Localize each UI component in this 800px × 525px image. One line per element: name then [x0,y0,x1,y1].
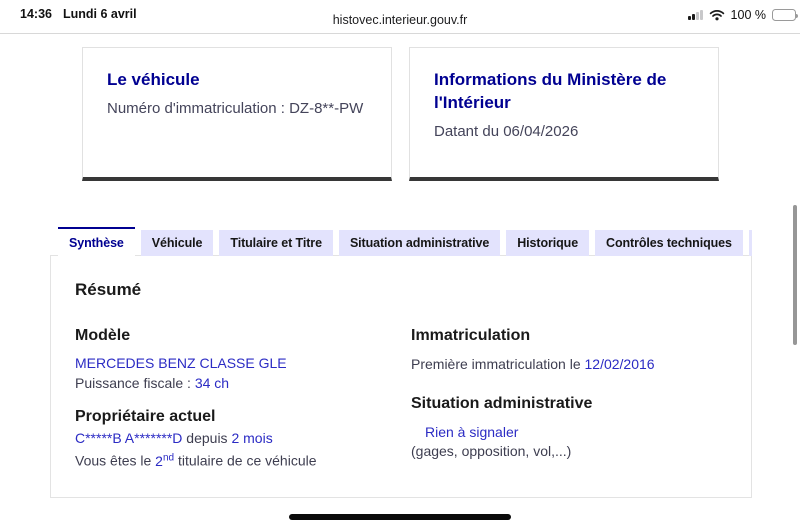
first-registration-line: Première immatriculation le 12/02/2016 [411,355,727,374]
vehicle-card-plate: Numéro d'immatriculation : DZ-8**-PW [107,100,364,117]
vertical-scrollbar[interactable] [793,205,797,345]
fiscal-power-line: Puissance fiscale : 34 ch [75,374,411,393]
holder-rank-line: Vous êtes le 2nd titulaire de ce véhicul… [75,448,411,471]
info-cards: Le véhicule Numéro d'immatriculation : D… [82,47,719,181]
tab-situation-administrative[interactable]: Situation administrative [338,230,501,256]
status-bar: 14:36 Lundi 6 avril histovec.interieur.g… [0,0,800,34]
battery-icon [772,9,798,21]
ministry-card: Informations du Ministère de l'Intérieur… [409,47,719,181]
ministry-card-title: Informations du Ministère de l'Intérieur [434,70,667,112]
vehicle-card-title: Le véhicule [107,70,200,89]
holder-prefix: Vous êtes le [75,452,156,469]
ministry-card-date: Datant du 06/04/2026 [434,123,579,140]
model-name: MERCEDES BENZ CLASSE GLE [75,355,287,371]
situation-status: Rien à signaler [425,424,519,440]
situation-heading: Situation administrative [411,395,593,412]
wifi-icon [709,10,724,21]
tab-titulaire-et-titre[interactable]: Titulaire et Titre [219,230,333,256]
holder-rank: 2nd [155,452,175,469]
situation-note: (gages, opposition, vol,...) [411,443,572,459]
owner-since-label: depuis [182,430,232,446]
summary-left-column: Modèle MERCEDES BENZ CLASSE GLE Puissanc… [75,326,411,471]
synthese-panel: Résumé Modèle MERCEDES BENZ CLASSE GLE P… [50,255,752,498]
address-bar[interactable]: histovec.interieur.gouv.fr [0,13,800,27]
registration-heading: Immatriculation [411,327,531,344]
owner-name: C*****B A*******D [75,430,183,446]
vehicle-card: Le véhicule Numéro d'immatriculation : D… [82,47,392,181]
tab-controles-techniques[interactable]: Contrôles techniques [595,230,743,256]
first-registration-label: Première immatriculation le [411,356,585,372]
home-indicator[interactable] [289,514,511,520]
holder-suffix: titulaire de ce véhicule [174,452,317,469]
tab-historique[interactable]: Historique [506,230,590,256]
cellular-signal-icon [688,10,703,20]
fiscal-power-label: Puissance fiscale : [75,375,195,391]
model-heading: Modèle [75,327,131,344]
owner-since-value: 2 mois [231,430,273,446]
tab-kilometrage[interactable]: Kilométrage [748,230,752,256]
first-registration-date: 12/02/2016 [584,356,655,372]
tab-vehicule[interactable]: Véhicule [140,230,214,256]
battery-percent: 100 % [730,8,766,22]
fiscal-power-value: 34 ch [194,375,230,391]
summary-right-column: Immatriculation Première immatriculation… [411,326,727,471]
owner-heading: Propriétaire actuel [75,408,216,425]
tab-synthese[interactable]: Synthèse [58,227,135,256]
summary-title: Résumé [75,280,142,299]
tab-list: Synthèse Véhicule Titulaire et Titre Sit… [50,227,752,256]
owner-line: C*****B A*******D depuis 2 mois [75,429,411,448]
